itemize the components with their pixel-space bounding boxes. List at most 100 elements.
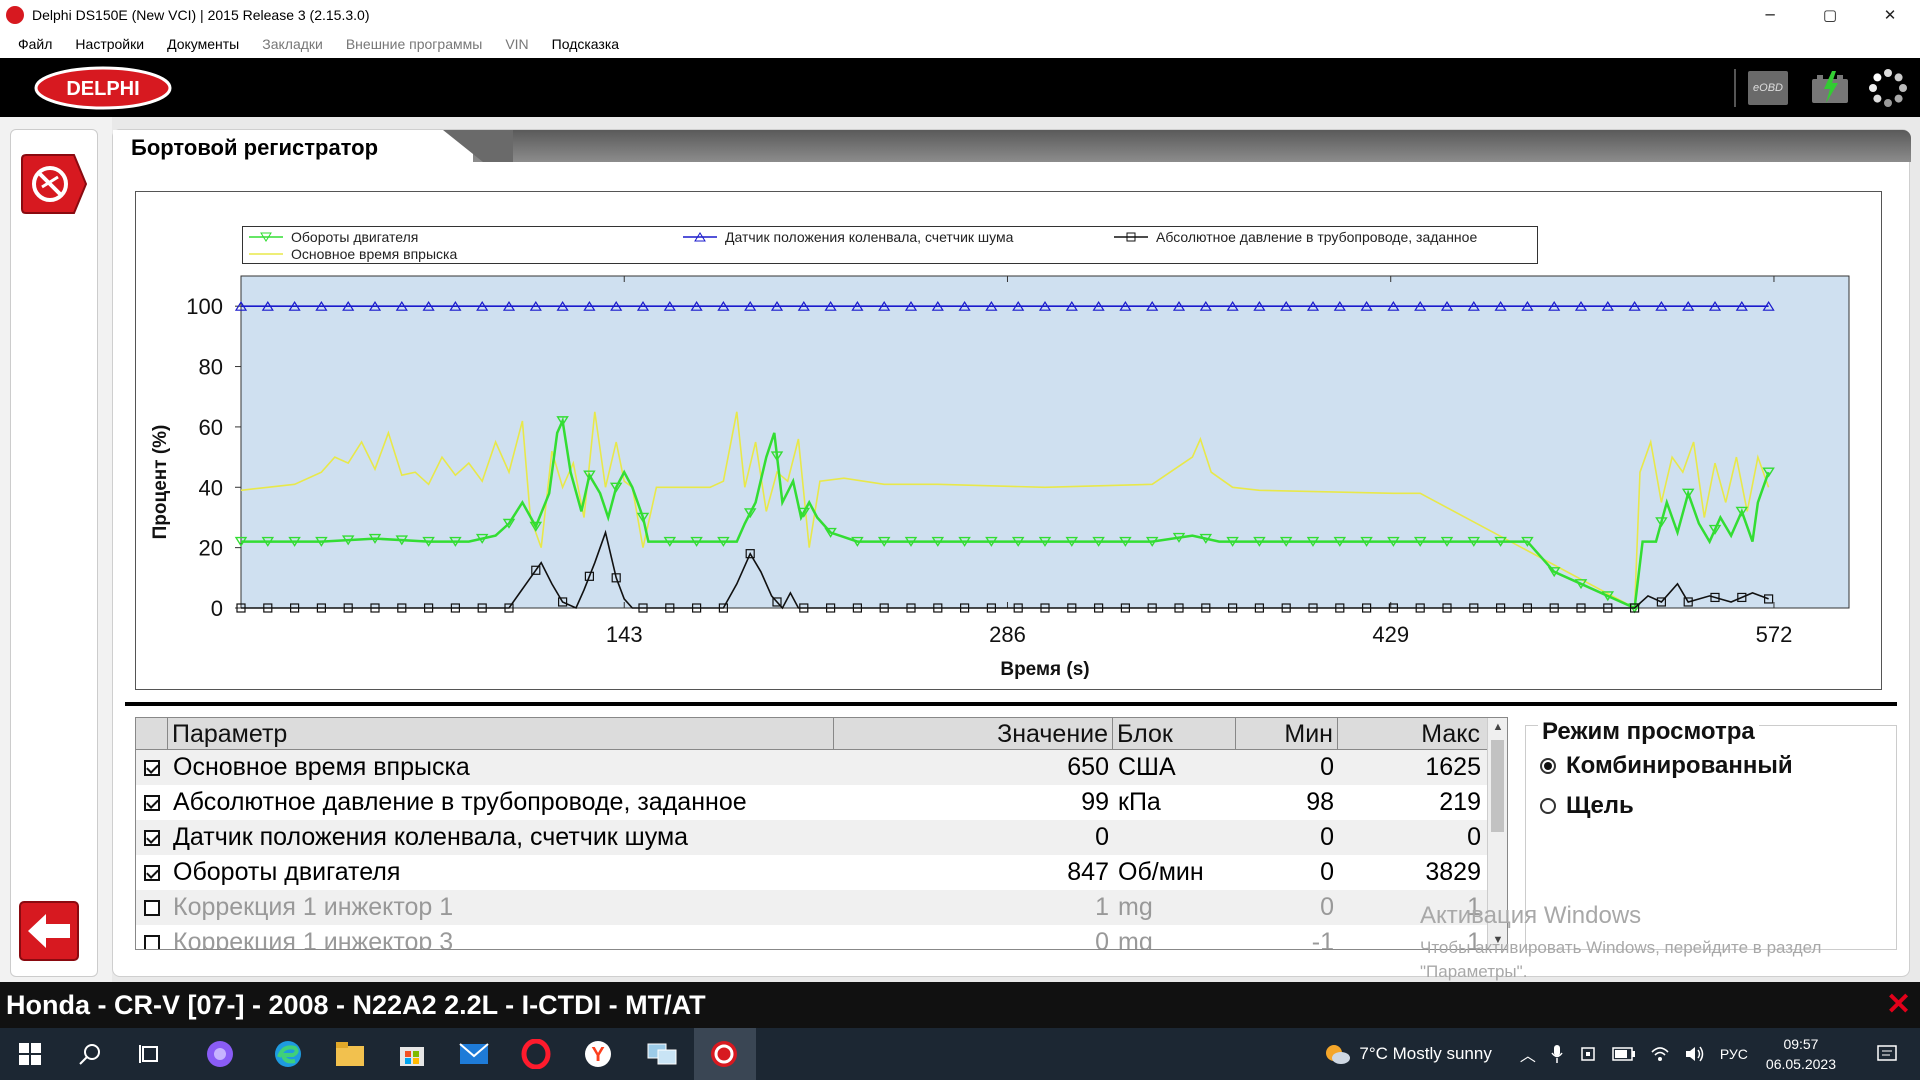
- edge-browser-icon[interactable]: [272, 1038, 304, 1070]
- battery-icon[interactable]: [1810, 71, 1850, 105]
- file-explorer-icon[interactable]: [334, 1038, 366, 1070]
- row-checkbox[interactable]: [144, 935, 160, 949]
- row-min: 0: [1320, 858, 1334, 886]
- delphi-logo: DELPHI: [34, 66, 172, 110]
- view-mode-slot[interactable]: Щель: [1540, 792, 1634, 820]
- row-max: 3829: [1425, 858, 1481, 886]
- table-row[interactable]: Абсолютное давление в трубопроводе, зада…: [136, 785, 1487, 820]
- opera-browser-icon[interactable]: [520, 1038, 552, 1070]
- device-icon[interactable]: [1580, 1045, 1598, 1063]
- table-scrollbar[interactable]: ▲ ▼: [1487, 718, 1507, 949]
- radio-slot[interactable]: [1540, 798, 1556, 814]
- row-checkbox[interactable]: [144, 900, 160, 916]
- x-tick-label: 286: [989, 622, 1026, 647]
- microphone-icon[interactable]: [1550, 1044, 1564, 1064]
- menu-documents[interactable]: Документы: [167, 36, 239, 52]
- menu-file[interactable]: Файл: [18, 36, 52, 52]
- table-row[interactable]: Датчик положения коленвала, счетчик шума…: [136, 820, 1487, 855]
- system-tray: 7°C Mostly sunny ︿ РУС 09:57 06.05.2023: [1323, 1028, 1920, 1080]
- row-checkbox[interactable]: [144, 865, 160, 881]
- search-icon[interactable]: [74, 1038, 106, 1070]
- menu-vin[interactable]: VIN: [505, 36, 528, 52]
- alice-assistant-icon[interactable]: [204, 1038, 236, 1070]
- row-checkbox[interactable]: [144, 760, 160, 776]
- scroll-down-arrow-icon[interactable]: ▼: [1488, 931, 1507, 949]
- menu-settings[interactable]: Настройки: [75, 36, 144, 52]
- header-max[interactable]: Макс: [1338, 718, 1489, 750]
- network-app-icon[interactable]: [646, 1038, 678, 1070]
- table-row[interactable]: Коррекция 1 инжектор 1 1 mg 0 1: [136, 890, 1487, 925]
- menu-external-programs[interactable]: Внешние программы: [346, 36, 482, 52]
- row-unit: кПа: [1118, 788, 1161, 816]
- language-indicator[interactable]: РУС: [1720, 1046, 1748, 1062]
- row-unit: США: [1118, 753, 1176, 781]
- mail-icon[interactable]: [458, 1038, 490, 1070]
- clock[interactable]: 09:57 06.05.2023: [1766, 1034, 1836, 1074]
- back-button[interactable]: [18, 900, 80, 962]
- line-chart: 0 20 40 60 80 100 143 286 429 572 Время (s) Процент…: [150, 275, 1850, 680]
- x-tick-label: 572: [1756, 622, 1793, 647]
- svg-text:Y: Y: [591, 1044, 605, 1066]
- start-button[interactable]: [14, 1038, 46, 1070]
- header-value[interactable]: Значение: [834, 718, 1113, 750]
- row-max: 1: [1467, 928, 1481, 950]
- tab-header-band: [473, 130, 1911, 162]
- close-session-icon[interactable]: ✕: [1886, 990, 1912, 1020]
- row-checkbox[interactable]: [144, 830, 160, 846]
- row-value: 0: [1095, 823, 1109, 851]
- scrollbar-thumb[interactable]: [1491, 740, 1504, 832]
- menu-bar: Файл Настройки Документы Закладки Внешни…: [0, 29, 1920, 58]
- parameters-table: Параметр Значение Блок Мин Макс Основное…: [135, 717, 1508, 950]
- maximize-button[interactable]: ▢: [1800, 0, 1860, 29]
- menu-bookmarks[interactable]: Закладки: [262, 36, 323, 52]
- chart-container: Обороты двигателя Основное время впрыска…: [135, 191, 1882, 690]
- row-parameter-name: Обороты двигателя: [173, 858, 401, 886]
- row-checkbox[interactable]: [144, 795, 160, 811]
- scroll-up-arrow-icon[interactable]: ▲: [1488, 718, 1507, 736]
- close-button[interactable]: ✕: [1860, 0, 1920, 29]
- battery-tray-icon[interactable]: [1612, 1047, 1636, 1061]
- vehicle-status-bar: Honda - CR-V [07-] - 2008 - N22A2 2.2L -…: [0, 982, 1920, 1028]
- sidebar-panel: [10, 129, 98, 977]
- page-title: Бортовой регистратор: [113, 130, 397, 166]
- eobd-icon[interactable]: eOBD: [1748, 71, 1788, 105]
- radio-slot-label: Щель: [1566, 792, 1634, 819]
- row-unit: Об/мин: [1118, 858, 1204, 886]
- view-mode-group: Режим просмотра Комбинированный Щель: [1525, 718, 1897, 950]
- table-row[interactable]: Обороты двигателя 847 Об/мин 0 3829: [136, 855, 1487, 890]
- radio-combined-label: Комбинированный: [1566, 752, 1793, 779]
- view-mode-combined[interactable]: Комбинированный: [1540, 752, 1793, 780]
- task-view-icon[interactable]: [134, 1038, 166, 1070]
- yandex-browser-icon[interactable]: Y: [582, 1038, 614, 1070]
- header-parameter[interactable]: Параметр: [168, 718, 834, 750]
- row-unit: mg: [1118, 893, 1153, 921]
- menu-help[interactable]: Подсказка: [552, 36, 619, 52]
- delphi-taskbar-icon[interactable]: [708, 1038, 740, 1070]
- window-titlebar: Delphi DS150E (New VCI) | 2015 Release 3…: [0, 0, 1920, 29]
- table-row[interactable]: Коррекция 1 инжектор 3 0 mg -1 1: [136, 925, 1487, 950]
- section-divider: [125, 702, 1897, 706]
- notifications-icon[interactable]: [1876, 1043, 1898, 1065]
- y-tick-label: 100: [186, 294, 223, 319]
- x-axis-label: Время (s): [1000, 659, 1089, 680]
- row-min: 0: [1320, 893, 1334, 921]
- minimize-button[interactable]: ─: [1740, 0, 1800, 29]
- content-panel: Бортовой регистратор Обороты двигателя О…: [112, 129, 1911, 977]
- stop-recording-button[interactable]: [18, 153, 88, 215]
- view-mode-title: Режим просмотра: [1538, 718, 1759, 746]
- row-min: 98: [1306, 788, 1334, 816]
- header-min[interactable]: Мин: [1236, 718, 1338, 750]
- row-unit: mg: [1118, 928, 1153, 950]
- show-hidden-icons-icon[interactable]: ︿: [1520, 1042, 1536, 1066]
- radio-combined[interactable]: [1540, 758, 1556, 774]
- volume-icon[interactable]: [1684, 1044, 1706, 1064]
- header-unit[interactable]: Блок: [1113, 718, 1236, 750]
- weather-icon[interactable]: [1323, 1042, 1351, 1066]
- y-tick-label: 60: [199, 415, 223, 440]
- weather-text[interactable]: 7°C Mostly sunny: [1359, 1044, 1491, 1064]
- row-parameter-name: Коррекция 1 инжектор 3: [173, 928, 454, 950]
- wifi-icon[interactable]: [1650, 1044, 1670, 1064]
- microsoft-store-icon[interactable]: [396, 1038, 428, 1070]
- table-row[interactable]: Основное время впрыска 650 США 0 1625: [136, 750, 1487, 785]
- x-tick-label: 143: [606, 622, 643, 647]
